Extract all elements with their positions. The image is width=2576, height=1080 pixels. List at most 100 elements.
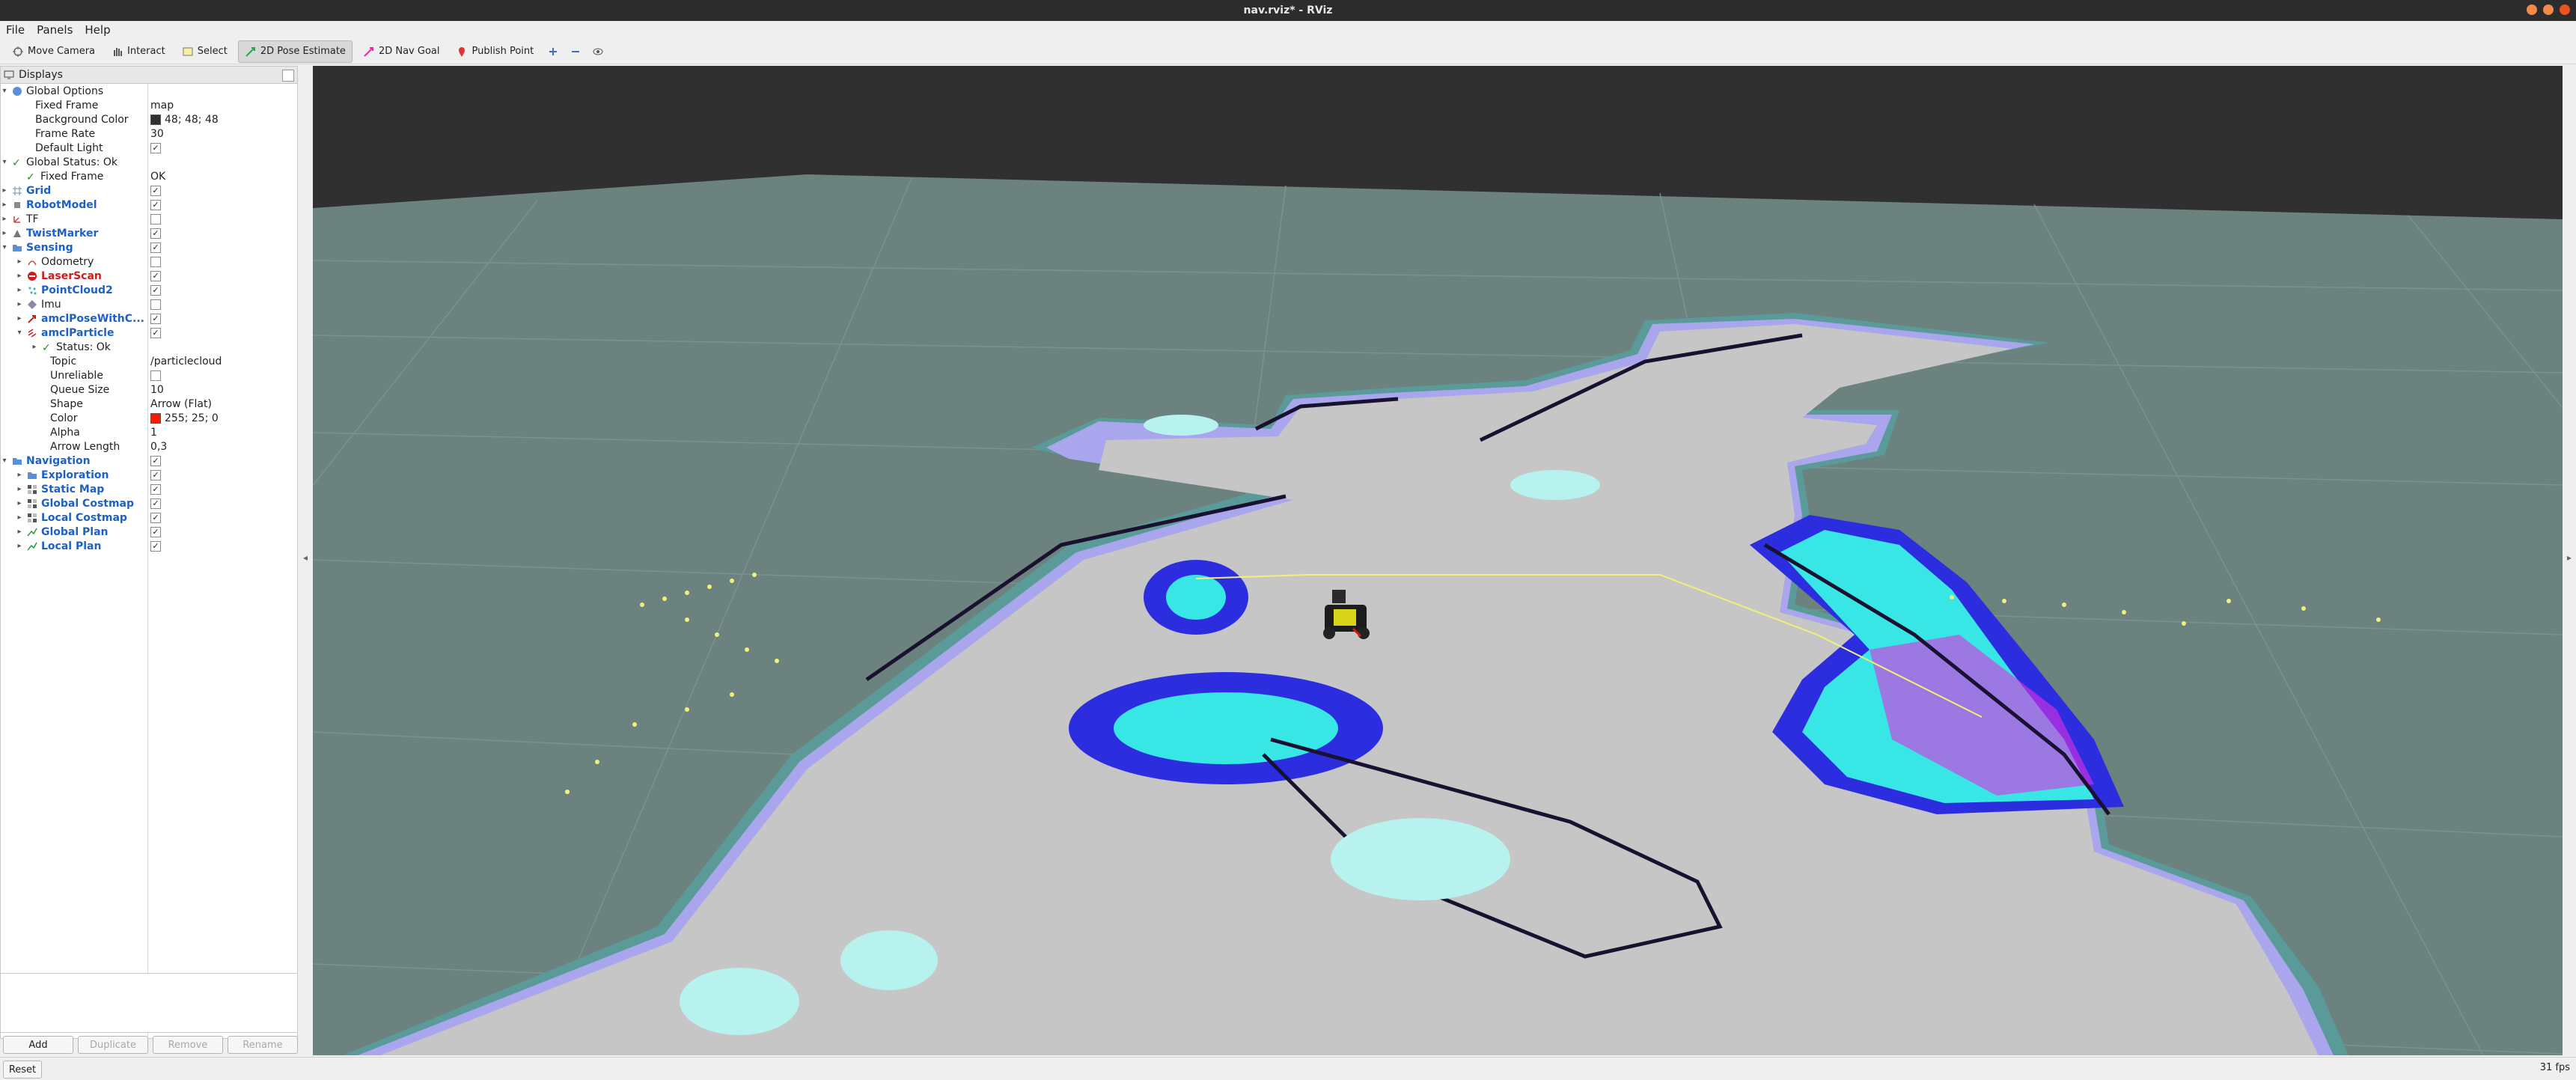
expand-arrow-icon[interactable]: ▸ (16, 300, 23, 308)
panel-close-button[interactable] (282, 70, 294, 82)
expand-arrow-icon[interactable]: ▸ (16, 471, 23, 479)
background-color-swatch[interactable] (150, 114, 161, 125)
tree-row-sensing[interactable]: ▾ Sensing ✓ (1, 240, 297, 254)
global-plan-checkbox[interactable]: ✓ (150, 526, 161, 537)
move-camera-tool[interactable]: Move Camera (6, 41, 101, 62)
menu-file[interactable]: File (0, 23, 31, 37)
publish-point-tool[interactable]: Publish Point (450, 41, 540, 62)
particle-color-swatch[interactable] (150, 412, 161, 424)
tree-row-background-color[interactable]: Background Color 48; 48; 48 (1, 112, 297, 126)
render-viewport[interactable] (313, 66, 2563, 1055)
expand-arrow-icon[interactable]: ▾ (16, 329, 23, 337)
tree-row-fixed-frame-status[interactable]: ✓ Fixed Frame OK (1, 169, 297, 183)
tree-row-odometry[interactable]: ▸ Odometry (1, 254, 297, 269)
expand-arrow-icon[interactable]: ▸ (16, 485, 23, 493)
tool-properties-button[interactable] (589, 41, 607, 62)
expand-arrow-icon[interactable]: ▸ (1, 186, 8, 195)
add-display-button[interactable]: Add (3, 1036, 73, 1054)
robotmodel-checkbox[interactable]: ✓ (150, 199, 161, 210)
collapse-right-icon[interactable]: ▸ (2567, 552, 2572, 563)
expand-arrow-icon[interactable]: ▸ (16, 257, 23, 266)
expand-arrow-icon[interactable]: ▸ (16, 528, 23, 536)
tree-row-particle-status[interactable]: ▸ ✓ Status: Ok (1, 340, 297, 354)
tree-row-global-status[interactable]: ▾ ✓ Global Status: Ok (1, 155, 297, 169)
left-splitter[interactable]: ◂ (299, 66, 313, 1055)
tree-row-shape[interactable]: Shape Arrow (Flat) (1, 397, 297, 411)
tree-row-fixed-frame[interactable]: Fixed Frame map (1, 98, 297, 112)
static-map-checkbox[interactable]: ✓ (150, 483, 161, 495)
reset-button[interactable]: Reset (3, 1061, 42, 1079)
expand-arrow-icon[interactable]: ▸ (1, 215, 8, 223)
expand-arrow-icon[interactable]: ▸ (16, 314, 23, 323)
duplicate-display-button[interactable]: Duplicate (78, 1036, 148, 1054)
tree-row-twistmarker[interactable]: ▸ TwistMarker ✓ (1, 226, 297, 240)
queue-size-value[interactable]: 10 (150, 384, 164, 396)
tree-row-frame-rate[interactable]: Frame Rate 30 (1, 126, 297, 141)
topic-value[interactable]: /particlecloud (150, 356, 222, 367)
add-tool-button[interactable] (544, 41, 562, 62)
tree-row-global-options[interactable]: ▾ Global Options (1, 84, 297, 98)
collapse-left-icon[interactable]: ◂ (303, 552, 308, 563)
interact-tool[interactable]: Interact (106, 41, 171, 62)
right-splitter[interactable]: ▸ (2563, 66, 2576, 1055)
tree-row-imu[interactable]: ▸ Imu (1, 297, 297, 311)
tree-row-static-map[interactable]: ▸ Static Map ✓ (1, 482, 297, 496)
tree-row-exploration[interactable]: ▸ Exploration ✓ (1, 468, 297, 482)
fixed-frame-value[interactable]: map (150, 100, 174, 112)
tree-row-robotmodel[interactable]: ▸ RobotModel ✓ (1, 198, 297, 212)
select-tool[interactable]: Select (176, 41, 234, 62)
tree-row-global-plan[interactable]: ▸ Global Plan ✓ (1, 525, 297, 539)
laserscan-checkbox[interactable]: ✓ (150, 270, 161, 281)
minimize-button[interactable] (2527, 4, 2537, 15)
expand-arrow-icon[interactable]: ▾ (1, 457, 8, 465)
shape-value[interactable]: Arrow (Flat) (150, 398, 212, 410)
expand-arrow-icon[interactable]: ▸ (31, 343, 38, 351)
navigation-checkbox[interactable]: ✓ (150, 455, 161, 466)
expand-arrow-icon[interactable]: ▾ (1, 243, 8, 251)
tree-row-laserscan[interactable]: ▸ LaserScan ✓ (1, 269, 297, 283)
twistmarker-checkbox[interactable]: ✓ (150, 228, 161, 239)
nav-goal-tool[interactable]: 2D Nav Goal (357, 41, 446, 62)
tree-row-default-light[interactable]: Default Light ✓ (1, 141, 297, 155)
tree-row-color[interactable]: Color 255; 25; 0 (1, 411, 297, 425)
rename-display-button[interactable]: Rename (228, 1036, 298, 1054)
tree-row-queue-size[interactable]: Queue Size 10 (1, 382, 297, 397)
local-costmap-checkbox[interactable]: ✓ (150, 512, 161, 523)
remove-display-button[interactable]: Remove (153, 1036, 223, 1054)
tree-row-topic[interactable]: Topic /particlecloud (1, 354, 297, 368)
sensing-checkbox[interactable]: ✓ (150, 242, 161, 253)
unreliable-checkbox[interactable] (150, 370, 161, 381)
pointcloud2-checkbox[interactable]: ✓ (150, 284, 161, 296)
tree-row-grid[interactable]: ▸ Grid ✓ (1, 183, 297, 198)
local-plan-checkbox[interactable]: ✓ (150, 540, 161, 552)
tree-row-tf[interactable]: ▸ TF (1, 212, 297, 226)
expand-arrow-icon[interactable]: ▾ (1, 87, 8, 95)
tree-row-amclpose[interactable]: ▸ amclPoseWithC... ✓ (1, 311, 297, 326)
tree-row-global-costmap[interactable]: ▸ Global Costmap ✓ (1, 496, 297, 510)
exploration-checkbox[interactable]: ✓ (150, 469, 161, 480)
expand-arrow-icon[interactable]: ▸ (16, 542, 23, 550)
close-button[interactable] (2560, 4, 2570, 15)
grid-checkbox[interactable]: ✓ (150, 185, 161, 196)
alpha-value[interactable]: 1 (150, 427, 157, 439)
tree-row-local-plan[interactable]: ▸ Local Plan ✓ (1, 539, 297, 553)
imu-checkbox[interactable] (150, 299, 161, 310)
expand-arrow-icon[interactable]: ▸ (1, 201, 8, 209)
background-color-value[interactable]: 48; 48; 48 (165, 114, 219, 126)
expand-arrow-icon[interactable]: ▸ (16, 286, 23, 294)
menu-panels[interactable]: Panels (31, 23, 79, 37)
menu-help[interactable]: Help (79, 23, 116, 37)
default-light-checkbox[interactable]: ✓ (150, 142, 161, 153)
tree-row-arrow-length[interactable]: Arrow Length 0,3 (1, 439, 297, 454)
expand-arrow-icon[interactable]: ▸ (16, 499, 23, 507)
odometry-checkbox[interactable] (150, 256, 161, 267)
pose-estimate-tool[interactable]: 2D Pose Estimate (237, 40, 352, 63)
tree-row-alpha[interactable]: Alpha 1 (1, 425, 297, 439)
amclparticle-checkbox[interactable]: ✓ (150, 327, 161, 338)
global-costmap-checkbox[interactable]: ✓ (150, 498, 161, 509)
frame-rate-value[interactable]: 30 (150, 128, 164, 140)
expand-arrow-icon[interactable]: ▸ (1, 229, 8, 237)
remove-tool-button[interactable] (567, 41, 585, 62)
expand-arrow-icon[interactable]: ▸ (16, 513, 23, 522)
tf-checkbox[interactable] (150, 213, 161, 225)
